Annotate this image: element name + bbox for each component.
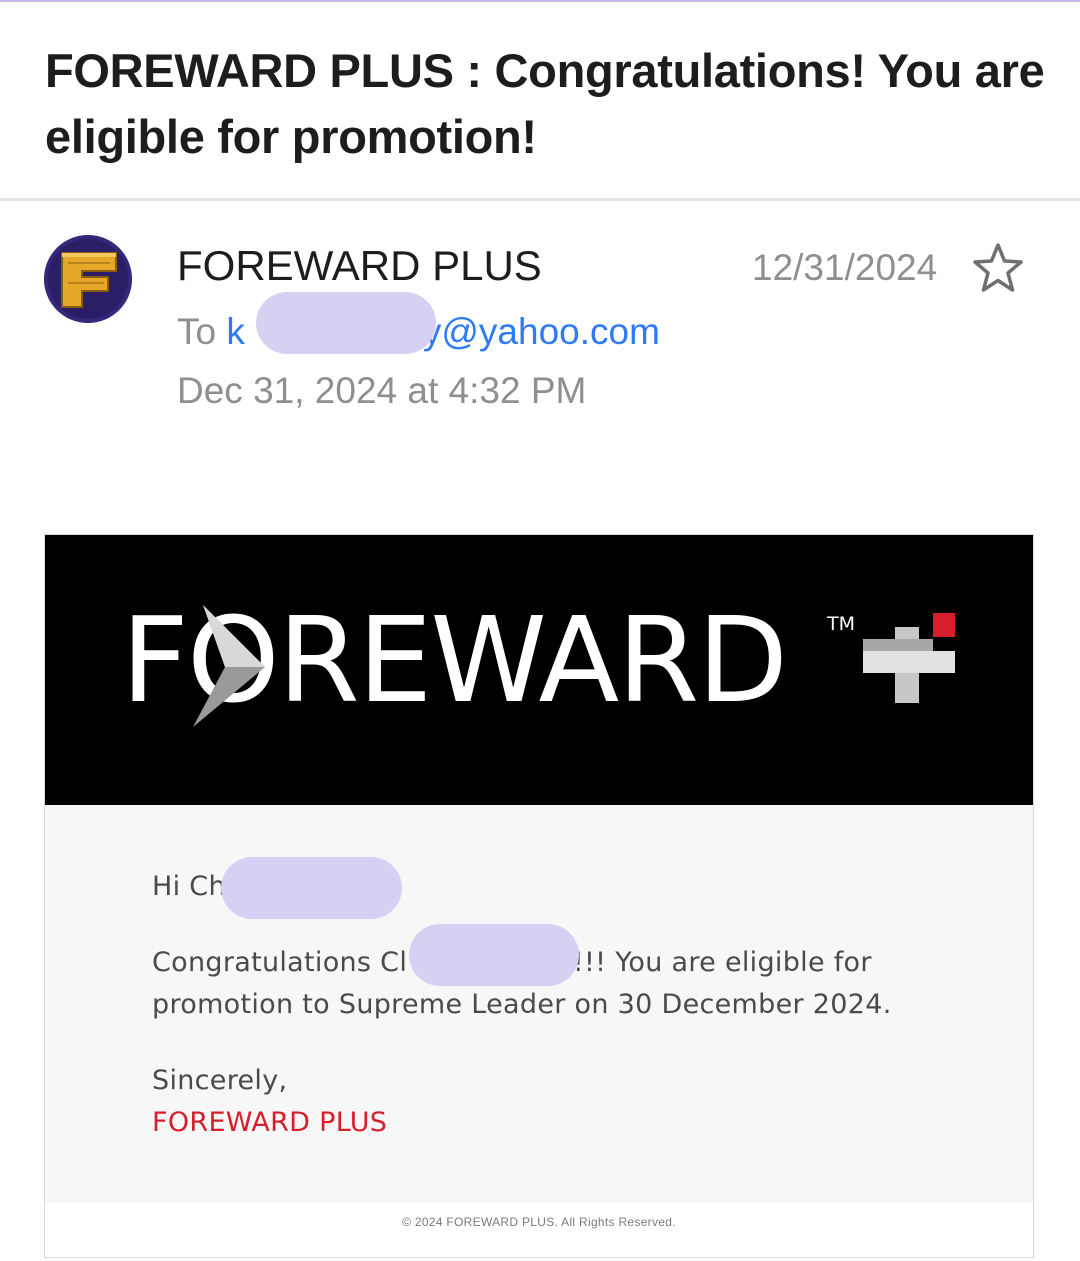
email-subject: FOREWARD PLUS : Congratulations! You are… <box>45 44 1045 163</box>
congrats-redaction <box>409 924 579 986</box>
chevron-logo-icon <box>193 605 265 727</box>
congrats-line2: promotion to Supreme Leader on 30 Decemb… <box>152 989 892 1020</box>
sender-name[interactable]: FOREWARD PLUS <box>177 240 542 292</box>
recipient-email-start[interactable]: k <box>226 311 245 352</box>
recipient-email-end[interactable]: y@yahoo.com <box>423 311 660 352</box>
greeting-redaction <box>221 857 402 919</box>
recipient-redaction <box>256 292 436 354</box>
received-date: 12/31/2024 <box>752 247 938 288</box>
plus-logo-icon <box>863 613 955 703</box>
signoff-brand[interactable]: FOREWARD PLUS <box>152 1102 972 1144</box>
header-divider <box>0 198 1080 201</box>
received-datetime: Dec 31, 2024 at 4:32 PM <box>177 370 587 411</box>
footer-strip <box>45 1203 1033 1257</box>
footer-copyright: © 2024 FOREWARD PLUS. All Rights Reserve… <box>402 1215 676 1229</box>
star-icon[interactable] <box>969 241 1027 297</box>
signoff: Sincerely, <box>152 1065 288 1096</box>
trademark-label: TM <box>827 613 855 635</box>
top-accent-line <box>0 0 1080 2</box>
sender-avatar[interactable] <box>44 235 132 323</box>
congrats-end: e !!! You are eligible for <box>547 947 872 978</box>
to-label: To <box>177 311 217 352</box>
congrats-start: Congratulations Cl <box>152 947 408 978</box>
brand-banner: FOREWARD TM <box>45 535 1033 805</box>
